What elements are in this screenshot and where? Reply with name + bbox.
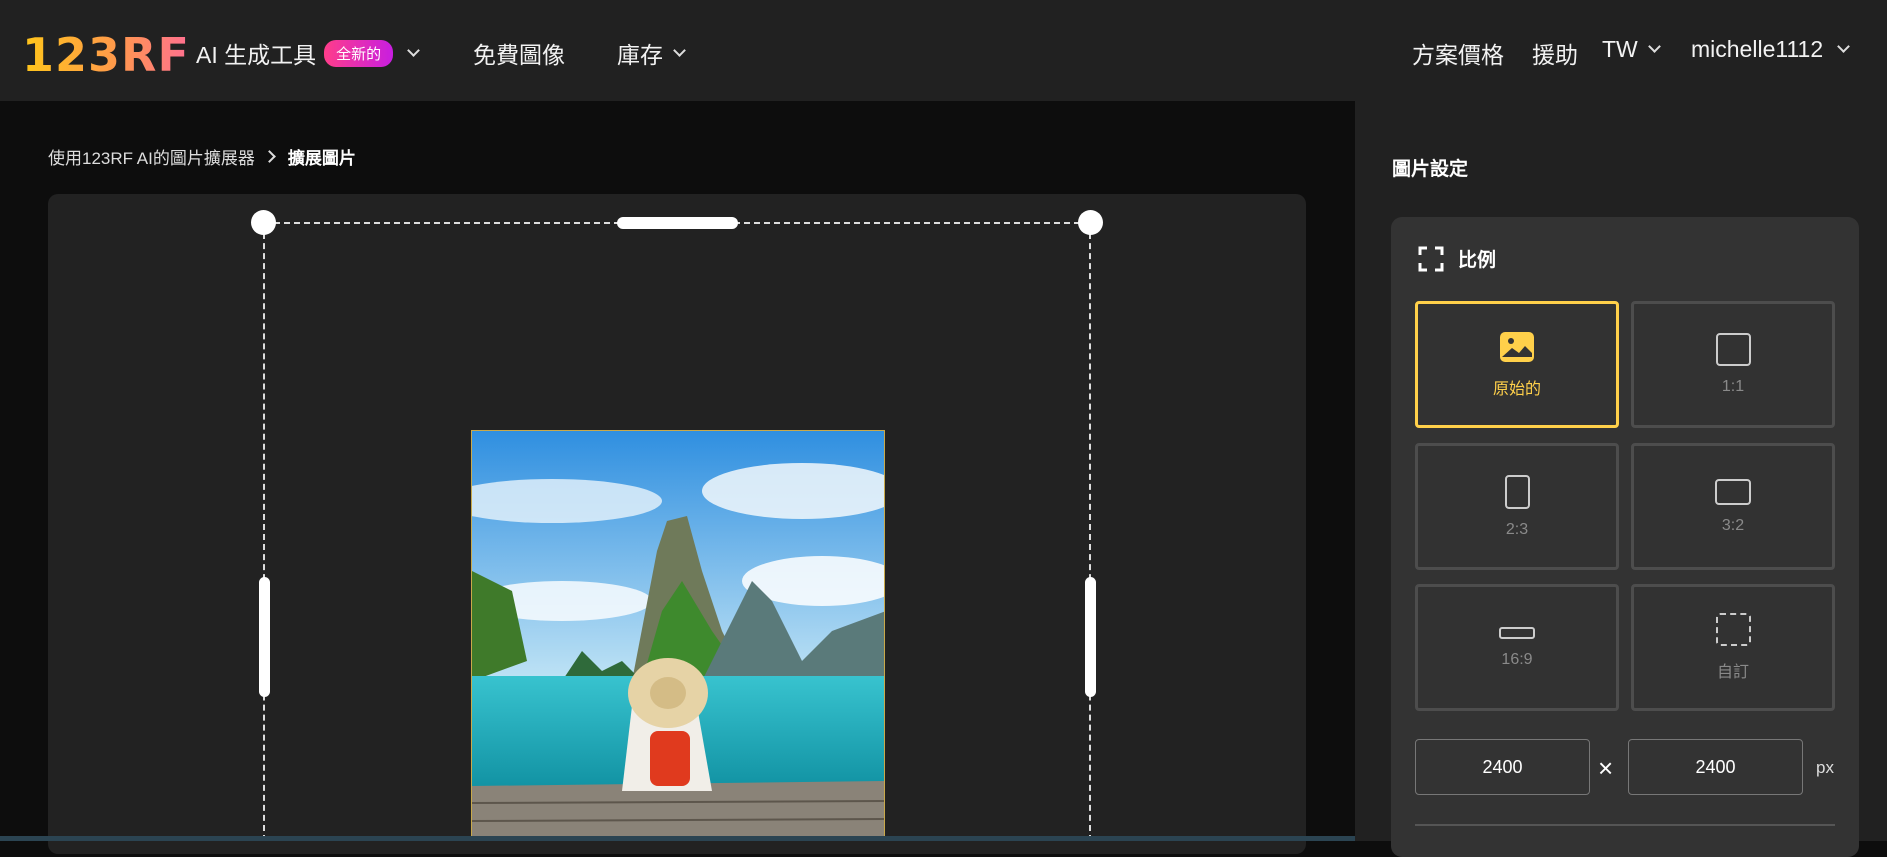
ratio-option-custom[interactable]: 自訂 (1631, 584, 1835, 711)
height-input[interactable] (1628, 739, 1803, 795)
width-input[interactable] (1415, 739, 1590, 795)
divider (1415, 824, 1835, 826)
ratio-option-label: 16:9 (1501, 650, 1533, 668)
expand-frame-left (263, 223, 265, 841)
expand-icon (1418, 246, 1444, 271)
edge-handle-left[interactable] (259, 577, 270, 697)
ratio-option-1-1[interactable]: 1:1 (1631, 301, 1835, 428)
edge-handle-top[interactable] (617, 217, 738, 229)
breadcrumb-parent[interactable]: 使用123RF AI的圖片擴展器 (48, 144, 255, 169)
widescreen-icon (1499, 626, 1535, 639)
nav-ai-tools[interactable]: AI 生成工具 全新的 (196, 36, 421, 70)
times-icon: × (1598, 753, 1614, 783)
unit-label: px (1816, 758, 1834, 777)
ratio-header: 比例 (1418, 245, 1496, 272)
user-menu[interactable]: michelle1112 (1691, 36, 1850, 63)
ratio-option-original[interactable]: 原始的 (1415, 301, 1619, 428)
chevron-down-icon (407, 43, 421, 57)
corner-handle-top-right[interactable] (1078, 210, 1103, 235)
custom-dashed-icon (1715, 613, 1751, 646)
ratio-option-3-2[interactable]: 3:2 (1631, 443, 1835, 570)
chevron-down-icon (1647, 40, 1661, 53)
ratio-option-2-3[interactable]: 2:3 (1415, 443, 1619, 570)
ratio-option-label: 3:2 (1721, 516, 1745, 534)
ratio-option-label: 1:1 (1721, 378, 1745, 395)
nav-pricing[interactable]: 方案價格 (1412, 36, 1504, 70)
sidebar-title: 圖片設定 (1392, 159, 1469, 180)
nav-free-images[interactable]: 免費圖像 (473, 36, 565, 70)
source-image (471, 430, 885, 841)
ratio-option-label: 2:3 (1505, 520, 1529, 538)
nav-stock[interactable]: 庫存 (617, 36, 686, 70)
landscape-icon (1715, 478, 1751, 505)
expand-frame-right (1089, 223, 1091, 841)
nav-help[interactable]: 援助 (1532, 36, 1578, 70)
square-icon (1715, 333, 1751, 366)
ratio-option-label: 自訂 (1716, 664, 1749, 681)
image-icon (1500, 331, 1534, 362)
nav-label: AI 生成工具 (196, 42, 317, 68)
new-badge: 全新的 (324, 39, 394, 67)
chevron-down-icon (673, 43, 686, 57)
chevron-right-icon (263, 150, 276, 163)
ratio-option-label: 原始的 (1492, 380, 1541, 398)
language-label: TW (1602, 36, 1638, 62)
ratio-option-16-9[interactable]: 16:9 (1415, 584, 1619, 711)
breadcrumb-current: 擴展圖片 (287, 149, 356, 168)
username: michelle1112 (1691, 36, 1824, 62)
edge-handle-right[interactable] (1085, 577, 1096, 697)
breadcrumb: 使用123RF AI的圖片擴展器 擴展圖片 (48, 144, 356, 169)
language-selector[interactable]: TW (1602, 36, 1661, 63)
logo[interactable]: 123RF (22, 28, 190, 82)
nav-label: 庫存 (617, 42, 663, 68)
ratio-label: 比例 (1458, 250, 1497, 271)
portrait-icon (1504, 474, 1530, 509)
chevron-down-icon (1837, 40, 1850, 53)
corner-handle-top-left[interactable] (251, 210, 276, 235)
bottom-strip (0, 836, 1355, 841)
